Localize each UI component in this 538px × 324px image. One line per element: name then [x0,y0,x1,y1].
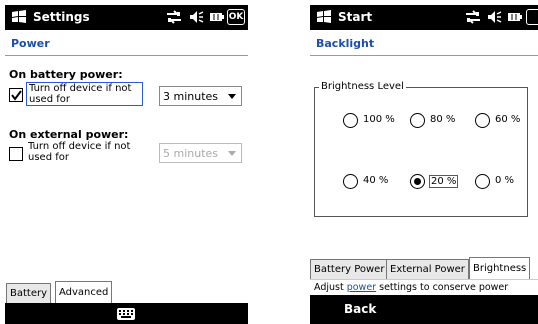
radio-button[interactable] [475,174,490,189]
brightness-radio-40[interactable]: 40 % [343,174,395,190]
radio-label: 100 % [363,114,395,125]
tab-external-power[interactable]: External Power [386,259,469,279]
battery-timeout-dropdown[interactable]: 3 minutes [159,86,242,106]
tab-battery-power[interactable]: Battery Power [310,259,389,279]
page-title: Power [11,37,50,50]
ok-button-partial[interactable] [526,9,538,25]
dropdown-arrow-icon [228,151,236,156]
battery-turnoff-checkbox[interactable] [9,88,23,102]
hint-text: Adjust power settings to conserve power [310,279,538,295]
brightness-radio-100[interactable]: 100 % [343,113,399,129]
radio-label: 20 % [429,175,459,188]
app-title: Start [338,10,373,24]
windows-flag-icon[interactable] [316,10,332,24]
connectivity-icon[interactable] [165,9,183,25]
keyboard-icon[interactable] [117,308,135,320]
external-timeout-value: 5 minutes [163,147,219,160]
page-header: Power [5,30,248,56]
radio-button-selected[interactable] [410,174,425,189]
power-settings-link[interactable]: power [347,282,376,293]
brightness-radio-20[interactable]: 20 % [410,174,466,190]
radio-label: 40 % [363,175,389,186]
page-title: Backlight [316,37,375,50]
battery-turnoff-label[interactable]: Turn off device if not used for [26,82,143,106]
title-bar: Settings OK [5,5,248,30]
external-turnoff-checkbox[interactable] [9,147,23,161]
ok-button[interactable]: OK [227,9,245,25]
radio-button[interactable] [343,174,358,189]
radio-label: 60 % [495,114,521,125]
brightness-radio-0[interactable]: 0 % [475,174,525,190]
volume-icon[interactable] [486,9,502,25]
tab-brightness[interactable]: Brightness [469,257,531,279]
windows-flag-icon[interactable] [11,10,27,24]
soft-key-bar: Back [310,295,538,324]
checkmark-icon [11,90,22,101]
battery-icon[interactable] [507,9,522,25]
radio-label: 80 % [430,114,456,125]
external-turnoff-label[interactable]: Turn off device if not used for [28,141,143,163]
tab-bar: Battery Advanced [5,281,248,303]
app-title: Settings [33,10,90,24]
tab-battery[interactable]: Battery [6,283,52,303]
battery-section-label: On battery power: [9,68,123,81]
dropdown-arrow-icon [228,94,236,99]
radio-button[interactable] [475,113,490,128]
brightness-level-group: Brightness Level 100 % 80 % 60 % 40 % 20… [314,81,528,217]
external-section-label: On external power: [9,128,129,141]
page-header: Backlight [310,30,538,56]
battery-icon[interactable] [209,9,224,25]
battery-timeout-value: 3 minutes [163,90,219,103]
brightness-level-label: Brightness Level [319,81,406,92]
settings-power-screen: Settings OK Power On battery power: Turn… [5,5,248,324]
radio-button[interactable] [343,113,358,128]
tab-bar: Battery Power External Power Brightness [310,257,538,279]
soft-key-bar [5,303,248,324]
radio-button[interactable] [410,113,425,128]
external-timeout-dropdown[interactable]: 5 minutes [159,143,242,163]
connectivity-icon[interactable] [464,9,482,25]
volume-icon[interactable] [188,9,204,25]
title-bar: Start [310,5,538,30]
back-softkey[interactable]: Back [344,302,376,316]
brightness-radio-80[interactable]: 80 % [410,113,462,129]
backlight-screen: Start Backlight Brightness Level 100 % 8… [310,5,538,324]
radio-label: 0 % [495,175,515,186]
brightness-radio-60[interactable]: 60 % [475,113,527,129]
tab-advanced[interactable]: Advanced [55,281,113,303]
